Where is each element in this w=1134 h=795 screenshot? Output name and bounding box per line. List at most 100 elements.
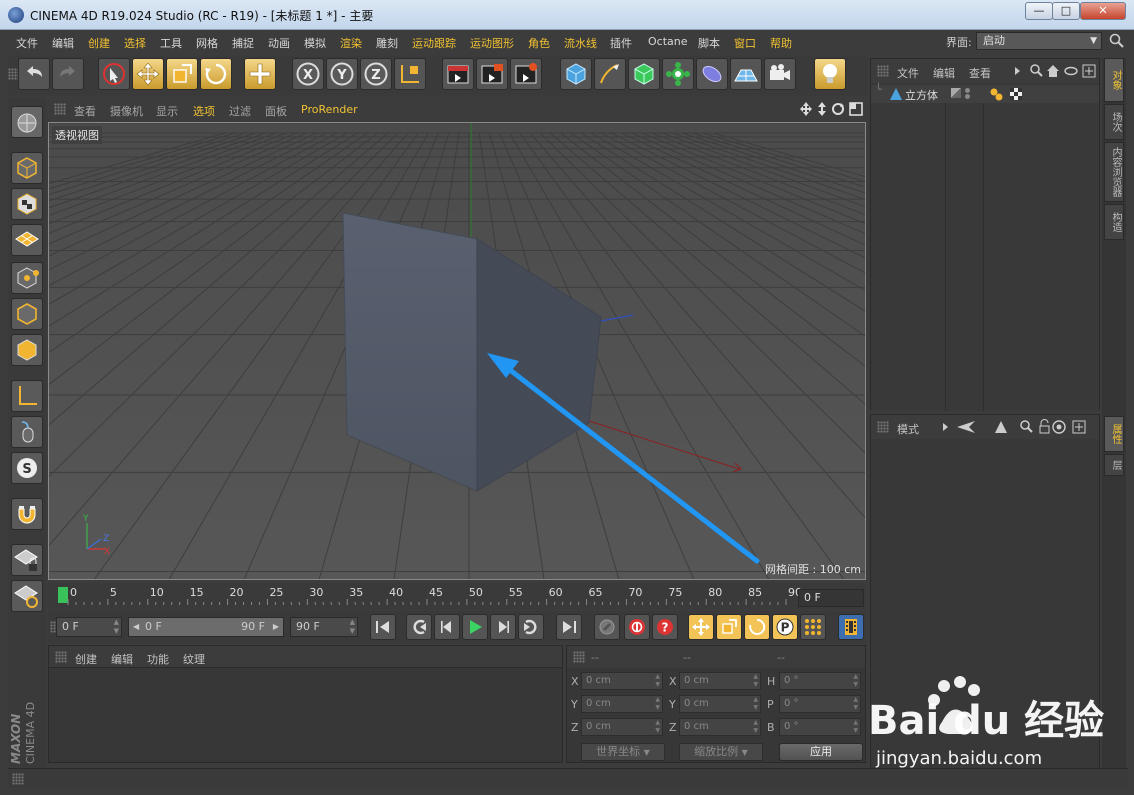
coordinate-system-button[interactable] xyxy=(394,58,426,90)
pan-icon[interactable] xyxy=(800,102,812,116)
menu-script[interactable]: 脚本 xyxy=(698,35,720,51)
menu-character[interactable]: 角色 xyxy=(528,35,550,51)
viewport-menu-options[interactable]: 选项 xyxy=(193,103,215,119)
key-rotation-button[interactable] xyxy=(744,614,770,640)
add-object-button[interactable] xyxy=(244,58,276,90)
start-frame-field[interactable]: 0 F ▲ ▼ xyxy=(56,617,122,637)
menu-select[interactable]: 选择 xyxy=(124,35,146,51)
menu-file[interactable]: 文件 xyxy=(16,35,38,51)
go-to-start-button[interactable] xyxy=(370,614,396,640)
rotate-button[interactable] xyxy=(200,58,232,90)
object-menu-edit[interactable]: 编辑 xyxy=(933,65,955,81)
tab-layers[interactable]: 层 xyxy=(1104,454,1124,476)
menu-create[interactable]: 创建 xyxy=(88,35,110,51)
x-axis-lock-button[interactable]: X xyxy=(292,58,324,90)
next-key-button[interactable] xyxy=(518,614,544,640)
rotation-b-field[interactable]: 0 ° ▲ ▼ xyxy=(779,718,861,736)
viewport-menu-panel[interactable]: 面板 xyxy=(265,103,287,119)
menu-sculpt[interactable]: 雕刻 xyxy=(376,35,398,51)
zoom-icon[interactable] xyxy=(818,102,826,116)
workplane-button[interactable] xyxy=(11,224,43,256)
snap-button[interactable] xyxy=(11,498,43,530)
size-mode-select[interactable]: 缩放比例 ▼ xyxy=(679,743,763,761)
points-mode-button[interactable] xyxy=(11,262,43,294)
render-view-button[interactable] xyxy=(442,58,474,90)
move-button[interactable] xyxy=(132,58,164,90)
render-settings-button[interactable] xyxy=(510,58,542,90)
cube-primitive-button[interactable] xyxy=(560,58,592,90)
menu-pipeline[interactable]: 流水线 xyxy=(564,35,597,51)
texture-mode-button[interactable] xyxy=(11,188,43,220)
position-z-field[interactable]: 0 cm ▲ ▼ xyxy=(581,718,663,736)
menu-mograph[interactable]: 运动图形 xyxy=(470,35,514,51)
menu-render[interactable]: 渲染 xyxy=(340,35,362,51)
close-button[interactable]: ✕ xyxy=(1080,2,1126,20)
size-z-field[interactable]: 0 cm ▲ ▼ xyxy=(679,718,761,736)
y-axis-lock-button[interactable]: Y xyxy=(326,58,358,90)
tab-content-browser[interactable]: 内容浏览器 xyxy=(1104,142,1124,202)
position-x-field[interactable]: 0 cm ▲ ▼ xyxy=(581,672,663,690)
menu-tools[interactable]: 工具 xyxy=(160,35,182,51)
playhead[interactable] xyxy=(58,587,68,603)
frame-range-slider[interactable]: ◀ 0 F 90 F ▶ xyxy=(128,617,284,637)
undo-button[interactable] xyxy=(18,58,50,90)
end-frame-field[interactable]: 90 F ▲ ▼ xyxy=(290,617,358,637)
key-parameter-button[interactable]: P xyxy=(772,614,798,640)
viewport-menu-view[interactable]: 查看 xyxy=(74,103,96,119)
material-menu-edit[interactable]: 编辑 xyxy=(111,651,133,667)
material-menu-create[interactable]: 创建 xyxy=(75,651,97,667)
viewport-menu-cameras[interactable]: 摄像机 xyxy=(110,103,143,119)
tab-objects[interactable]: 对象 xyxy=(1104,58,1124,102)
axis-mode-button[interactable] xyxy=(11,380,43,412)
search-icon[interactable] xyxy=(1108,32,1126,50)
object-menu-view[interactable]: 查看 xyxy=(969,65,991,81)
tab-structure[interactable]: 构造 xyxy=(1104,204,1124,240)
position-y-field[interactable]: 0 cm ▲ ▼ xyxy=(581,695,663,713)
edges-mode-button[interactable] xyxy=(11,298,43,330)
menu-edit[interactable]: 编辑 xyxy=(52,35,74,51)
attribute-menu-mode[interactable]: 模式 xyxy=(897,421,919,437)
menu-plugins[interactable]: 插件 xyxy=(610,35,632,51)
light-button[interactable] xyxy=(814,58,846,90)
maximize-button[interactable]: □ xyxy=(1052,2,1080,20)
rotation-h-field[interactable]: 0 ° ▲ ▼ xyxy=(779,672,861,690)
apply-button[interactable]: 应用 xyxy=(779,743,863,761)
redo-button[interactable] xyxy=(52,58,84,90)
array-generator-button[interactable] xyxy=(662,58,694,90)
timeline-window-button[interactable] xyxy=(838,614,864,640)
interface-layout-select[interactable]: 启动 ▼ xyxy=(976,32,1102,50)
menu-motion-tracking[interactable]: 运动跟踪 xyxy=(412,35,456,51)
perspective-viewport[interactable]: Y Z X 透视视图 网格间距 : 100 cm xyxy=(48,122,866,580)
key-position-button[interactable] xyxy=(688,614,714,640)
menu-snap[interactable]: 捕捉 xyxy=(232,35,254,51)
material-menu-texture[interactable]: 纹理 xyxy=(183,651,205,667)
tweak-mode-button[interactable] xyxy=(11,416,43,448)
menu-help[interactable]: 帮助 xyxy=(770,35,792,51)
viewport-menu-display[interactable]: 显示 xyxy=(156,103,178,119)
render-visibility-dot[interactable] xyxy=(965,94,970,99)
previous-key-button[interactable] xyxy=(406,614,432,640)
go-to-end-button[interactable] xyxy=(556,614,582,640)
menu-simulate[interactable]: 模拟 xyxy=(304,35,326,51)
make-editable-button[interactable] xyxy=(11,106,43,138)
material-menu-function[interactable]: 功能 xyxy=(147,651,169,667)
subdivision-surface-button[interactable] xyxy=(628,58,660,90)
polygons-mode-button[interactable] xyxy=(11,334,43,366)
scale-button[interactable] xyxy=(166,58,198,90)
menu-animate[interactable]: 动画 xyxy=(268,35,290,51)
coordinate-space-select[interactable]: 世界坐标 ▼ xyxy=(581,743,665,761)
live-select-button[interactable] xyxy=(98,58,130,90)
keyframe-selection-button[interactable]: ? xyxy=(652,614,678,640)
editor-visibility-dot[interactable] xyxy=(965,88,970,93)
object-menu-file[interactable]: 文件 xyxy=(897,65,919,81)
camera-button[interactable] xyxy=(764,58,796,90)
size-x-field[interactable]: 0 cm ▲ ▼ xyxy=(679,672,761,690)
model-mode-button[interactable] xyxy=(11,152,43,184)
floor-scene-button[interactable] xyxy=(730,58,762,90)
play-button[interactable] xyxy=(462,614,488,640)
phong-tag-icon[interactable] xyxy=(989,87,1003,101)
layer-color-icon[interactable] xyxy=(951,88,961,98)
maximize-view-icon[interactable] xyxy=(849,102,863,116)
previous-frame-button[interactable] xyxy=(434,614,460,640)
solo-mode-button[interactable]: S xyxy=(11,452,43,484)
